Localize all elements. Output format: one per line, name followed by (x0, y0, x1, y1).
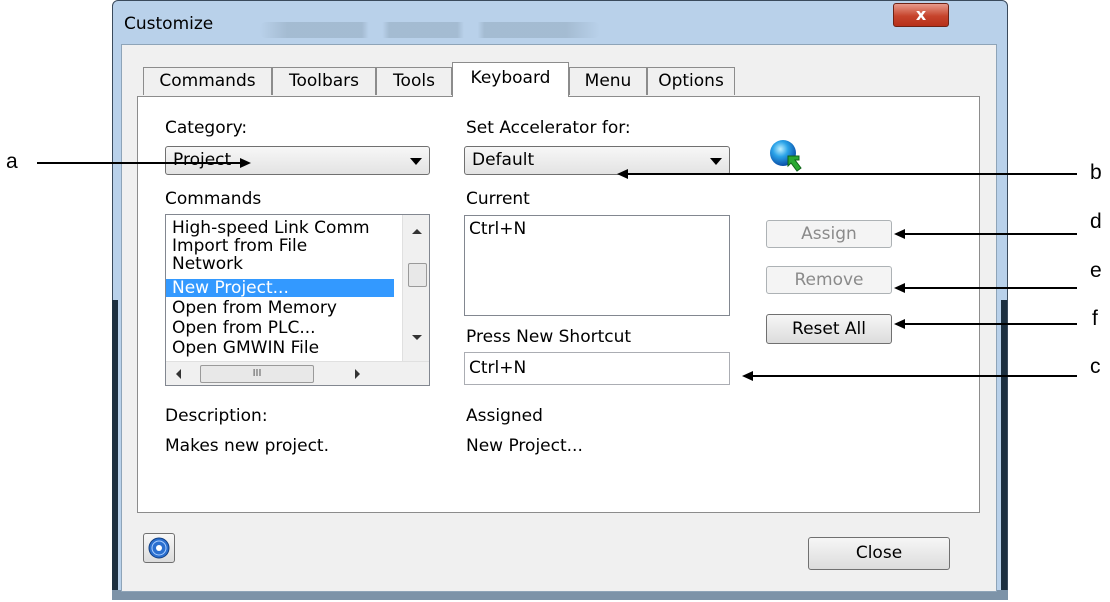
list-item[interactable]: Network (166, 255, 394, 273)
window-edge-right (1001, 300, 1007, 600)
callout-a-line (37, 162, 242, 164)
grip-icon: III (252, 368, 262, 379)
scroll-thumb[interactable] (408, 263, 427, 287)
scroll-up-icon[interactable] (412, 229, 422, 234)
close-button[interactable]: Close (808, 537, 950, 570)
list-item[interactable]: Open from PLC... (166, 319, 394, 337)
tab-keyboard[interactable]: Keyboard (452, 62, 569, 97)
scroll-right-icon[interactable] (355, 369, 360, 379)
assigned-text: New Project... (466, 436, 583, 456)
tab-commands[interactable]: Commands (143, 67, 272, 95)
chevron-down-icon (710, 158, 722, 165)
callout-e-line (904, 287, 1077, 289)
category-dropdown[interactable]: Project (165, 146, 430, 175)
shortcut-input[interactable]: Ctrl+N (464, 352, 730, 385)
category-label: Category: (165, 118, 248, 138)
list-item[interactable]: Open from Memory (166, 299, 394, 317)
description-text: Makes new project. (165, 436, 329, 456)
help-button[interactable] (143, 533, 175, 563)
callout-f-line (904, 323, 1077, 325)
arrowhead-left (894, 283, 905, 293)
callout-a: a (6, 150, 18, 173)
hscroll-thumb[interactable]: III (200, 365, 314, 383)
arrowhead-left (742, 371, 753, 381)
tab-menu[interactable]: Menu (569, 67, 647, 95)
help-icon (148, 537, 170, 559)
callout-f: f (1092, 307, 1098, 330)
shortcut-label: Press New Shortcut (466, 327, 632, 347)
assigned-label: Assigned (466, 406, 543, 426)
commands-list: High-speed Link Comm Import from File Ne… (166, 215, 402, 361)
tab-options[interactable]: Options (647, 67, 735, 95)
callout-c-line (752, 375, 1077, 377)
description-label: Description: (165, 406, 268, 426)
list-item-selected[interactable]: New Project... (166, 279, 394, 297)
accelerator-label: Set Accelerator for: (466, 118, 631, 138)
arrowhead-right (240, 158, 251, 168)
window-close-button[interactable]: x (893, 3, 949, 27)
assign-button[interactable]: Assign (766, 220, 892, 248)
tab-tools[interactable]: Tools (376, 67, 452, 95)
accelerator-dropdown[interactable]: Default (464, 146, 730, 175)
commands-listbox[interactable]: High-speed Link Comm Import from File Ne… (165, 214, 430, 386)
window-title: Customize (124, 14, 214, 34)
window-edge-left (112, 300, 118, 600)
chevron-down-icon (410, 158, 422, 165)
callout-d: d (1090, 210, 1102, 233)
list-item[interactable]: Import from File (166, 237, 394, 255)
titlebar-blur (260, 22, 600, 38)
accelerator-value: Default (472, 150, 535, 170)
horizontal-scrollbar[interactable]: III (166, 361, 429, 385)
arrowhead-left (617, 169, 628, 179)
list-item[interactable]: Ctrl+N (469, 219, 526, 239)
current-label: Current (466, 189, 530, 209)
scroll-left-icon[interactable] (176, 369, 181, 379)
current-keys-list[interactable]: Ctrl+N (464, 215, 730, 316)
tab-toolbars[interactable]: Toolbars (272, 67, 376, 95)
callout-d-line (904, 233, 1077, 235)
close-icon: x (915, 5, 927, 24)
vertical-scrollbar[interactable] (402, 215, 429, 361)
callout-c: c (1090, 355, 1101, 378)
list-item[interactable]: High-speed Link Comm (166, 219, 394, 237)
list-item[interactable]: Open GMWIN File (166, 339, 394, 357)
scroll-down-icon[interactable] (412, 335, 422, 340)
remove-button[interactable]: Remove (766, 266, 892, 294)
globe-arrow-icon (770, 140, 802, 172)
arrowhead-left (894, 229, 905, 239)
callout-e: e (1090, 259, 1102, 282)
category-value: Project (173, 150, 232, 170)
callout-b-line (627, 173, 1077, 175)
arrowhead-left (894, 319, 905, 329)
commands-label: Commands (165, 189, 262, 209)
reset-all-button[interactable]: Reset All (766, 314, 892, 344)
callout-b: b (1090, 161, 1102, 184)
